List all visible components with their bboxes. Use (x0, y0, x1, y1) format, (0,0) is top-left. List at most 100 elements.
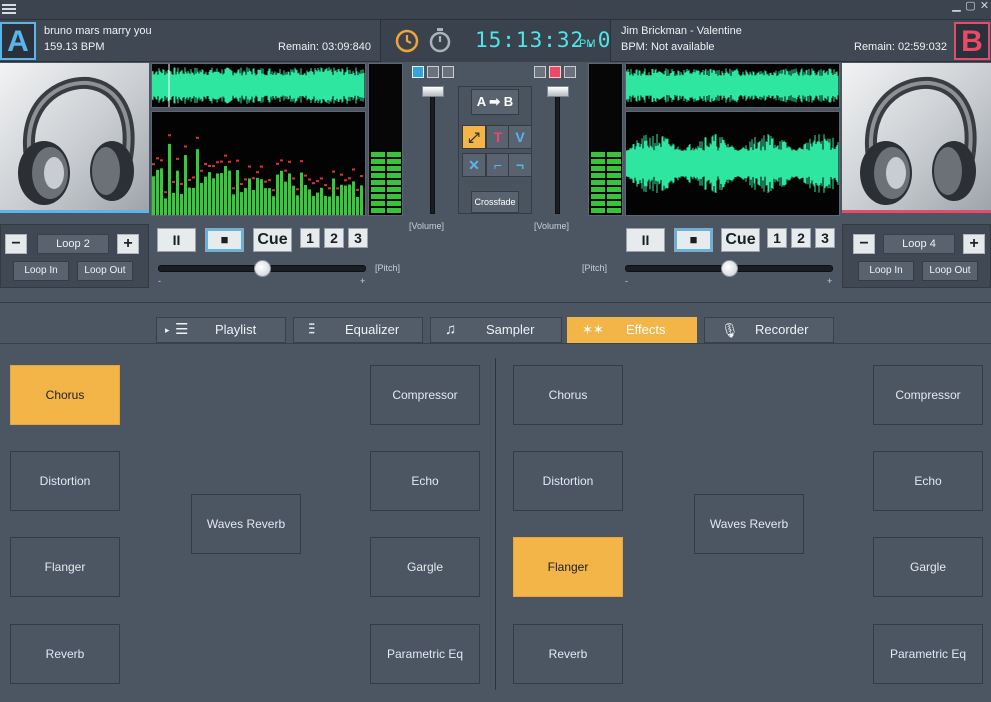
divider-line (0, 302, 991, 303)
deck-b-loop-out-button[interactable]: Loop Out (922, 261, 978, 281)
deck-b-cue-button[interactable]: Cue (721, 228, 760, 252)
crossfade-x-icon[interactable]: ✕ (462, 153, 486, 177)
deck-a-hotcue-3-button[interactable]: 3 (348, 228, 368, 248)
deck-a-effect-reverb[interactable]: Reverb (10, 624, 120, 684)
waveform-view-icon[interactable] (427, 66, 439, 78)
crossfade-cut-a-icon[interactable]: T (486, 125, 510, 149)
maximize-icon[interactable]: ▢ (964, 0, 977, 12)
deck-a-loop-out-button[interactable]: Loop Out (77, 261, 133, 281)
deck-a-hotcue-2-button[interactable]: 2 (324, 228, 344, 248)
deck-b-effect-reverb[interactable]: Reverb (513, 624, 623, 684)
crossfade-v-icon[interactable]: V (508, 125, 532, 149)
vu-segment (607, 194, 621, 199)
deck-a-pause-button[interactable]: II (157, 228, 196, 252)
microphone-icon: 🎙 (721, 322, 739, 338)
deck-b-effect-gargle[interactable]: Gargle (873, 537, 983, 597)
deck-a-effect-gargle[interactable]: Gargle (370, 537, 480, 597)
deck-a-loop-in-button[interactable]: Loop In (13, 261, 69, 281)
deck-a-effect-flanger[interactable]: Flanger (10, 537, 120, 597)
deck-b-effect-waves-reverb[interactable]: Waves Reverb (694, 494, 804, 554)
deck-a-effect-compressor[interactable]: Compressor (370, 365, 480, 425)
crossfade-button[interactable]: Crossfade (471, 191, 519, 213)
vu-segment (591, 201, 605, 206)
title-bar: ▁ ▢ ✕ (0, 0, 991, 20)
deck-b-effect-echo[interactable]: Echo (873, 451, 983, 511)
deck-b-stop-button[interactable]: ■ (674, 228, 713, 252)
waveform-view-icon[interactable] (549, 66, 561, 78)
clock-panel: 15:13:32.0 PM (380, 20, 611, 62)
deck-b-waveform-detail (625, 111, 840, 216)
tab-equalizer[interactable]: ⫶⫶⫶ Equalizer (293, 317, 423, 343)
vu-segment (591, 166, 605, 171)
deck-b-hotcue-1-button[interactable]: 1 (767, 228, 787, 248)
tab-sampler[interactable]: ♫ Sampler (430, 317, 562, 343)
curve-view-icon[interactable] (564, 66, 576, 78)
deck-a-pitch-minus: - (158, 276, 161, 286)
deck-a-volume-knob[interactable] (422, 86, 444, 97)
curve-view-icon[interactable] (442, 66, 454, 78)
deck-b-waveform-overview[interactable] (625, 63, 840, 108)
deck-b-hotcue-2-button[interactable]: 2 (791, 228, 811, 248)
minimize-icon[interactable]: ▁ (950, 0, 963, 12)
deck-a-vu-meter (368, 63, 403, 216)
deck-b-effect-chorus[interactable]: Chorus (513, 365, 623, 425)
deck-a-hotcue-1-button[interactable]: 1 (300, 228, 320, 248)
deck-b-effect-flanger[interactable]: Flanger (513, 537, 623, 597)
deck-b-volume-knob[interactable] (547, 86, 569, 97)
deck-a-effect-chorus[interactable]: Chorus (10, 365, 120, 425)
crossfade-curve-b-icon[interactable]: ¬ (508, 153, 532, 177)
deck-b-hotcue-3-button[interactable]: 3 (815, 228, 835, 248)
deck-b-waveform-detail-graphic (625, 133, 839, 194)
deck-b-album-art (842, 63, 991, 213)
expand-arrow-icon: ▸ (165, 325, 170, 335)
deck-b-loop-minus-button[interactable]: − (853, 234, 875, 254)
vu-segment (607, 208, 621, 213)
clock-icon[interactable] (395, 29, 419, 53)
deck-b-pitch-knob[interactable] (721, 260, 738, 277)
close-icon[interactable]: ✕ (978, 0, 991, 12)
vu-segment (371, 152, 385, 157)
deck-a-badge: A (0, 22, 36, 60)
menu-icon[interactable] (2, 2, 16, 16)
deck-a-pitch-label: [Pitch] (375, 263, 401, 273)
clock-ampm: PM (579, 38, 596, 50)
bars-view-icon[interactable] (412, 66, 424, 78)
deck-b-loop-plus-button[interactable]: + (963, 234, 985, 254)
crossfade-linear-icon[interactable]: ⤢ (462, 125, 486, 149)
vu-segment (387, 194, 401, 199)
crossfade-curve-a-icon[interactable]: ⌐ (486, 153, 510, 177)
deck-a-stop-button[interactable]: ■ (205, 228, 244, 252)
deck-b-pause-button[interactable]: II (626, 228, 665, 252)
deck-a-effect-echo[interactable]: Echo (370, 451, 480, 511)
deck-a-volume-label: [Volume] (409, 221, 445, 231)
deck-b-volume-track[interactable] (555, 90, 560, 214)
deck-a-pitch-knob[interactable] (254, 260, 271, 277)
deck-a-effect-parametric-eq[interactable]: Parametric Eq (370, 624, 480, 684)
tab-recorder[interactable]: 🎙 Recorder (704, 317, 834, 343)
deck-a-effect-waves-reverb[interactable]: Waves Reverb (191, 494, 301, 554)
deck-a-loop-minus-button[interactable]: − (5, 234, 27, 254)
deck-a-loop-plus-button[interactable]: + (117, 234, 139, 254)
music-note-icon: ♫ (445, 321, 457, 338)
deck-b-effect-distortion[interactable]: Distortion (513, 451, 623, 511)
deck-b-effect-compressor[interactable]: Compressor (873, 365, 983, 425)
tab-underline (0, 343, 991, 344)
deck-b-header: Jim Brickman - Valentine BPM: Not availa… (611, 20, 991, 62)
deck-a-waveform-overview[interactable] (151, 63, 366, 108)
deck-b-loop-in-button[interactable]: Loop In (858, 261, 914, 281)
deck-a-effect-distortion[interactable]: Distortion (10, 451, 120, 511)
deck-a-cue-button[interactable]: Cue (253, 228, 292, 252)
tab-effects[interactable]: ✶✶ Effects (567, 317, 697, 343)
tab-playlist[interactable]: ▸ ☰ Playlist (156, 317, 286, 343)
auto-a-to-b-button[interactable]: A ➡ B (471, 89, 519, 115)
deck-b-volume-label: [Volume] (534, 221, 570, 231)
bars-view-icon[interactable] (534, 66, 546, 78)
deck-b-badge: B (954, 22, 990, 60)
stopwatch-icon[interactable] (428, 27, 452, 53)
deck-b-effect-parametric-eq[interactable]: Parametric Eq (873, 624, 983, 684)
deck-a-volume-track[interactable] (430, 90, 435, 214)
deck-a-loop-name: Loop 2 (37, 234, 109, 254)
equalizer-icon: ⫶⫶⫶ (308, 321, 315, 338)
vu-segment (607, 187, 621, 192)
deck-b-pitch-plus: + (827, 276, 833, 286)
